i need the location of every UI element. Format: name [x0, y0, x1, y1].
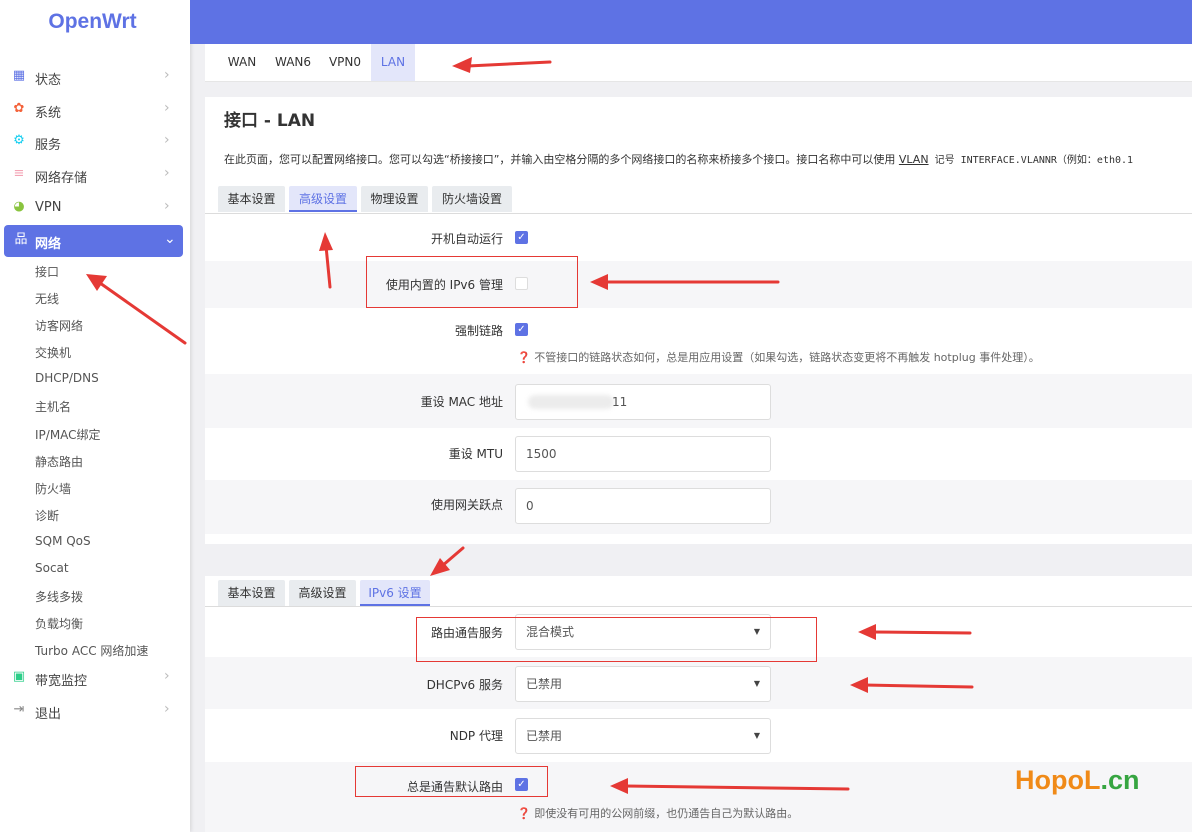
annotation-arrows: [86, 57, 974, 794]
watermark-suffix: .cn: [1100, 765, 1140, 795]
watermark-main: HopoL: [1015, 765, 1101, 795]
watermark: HopoL.cn: [1015, 765, 1140, 796]
